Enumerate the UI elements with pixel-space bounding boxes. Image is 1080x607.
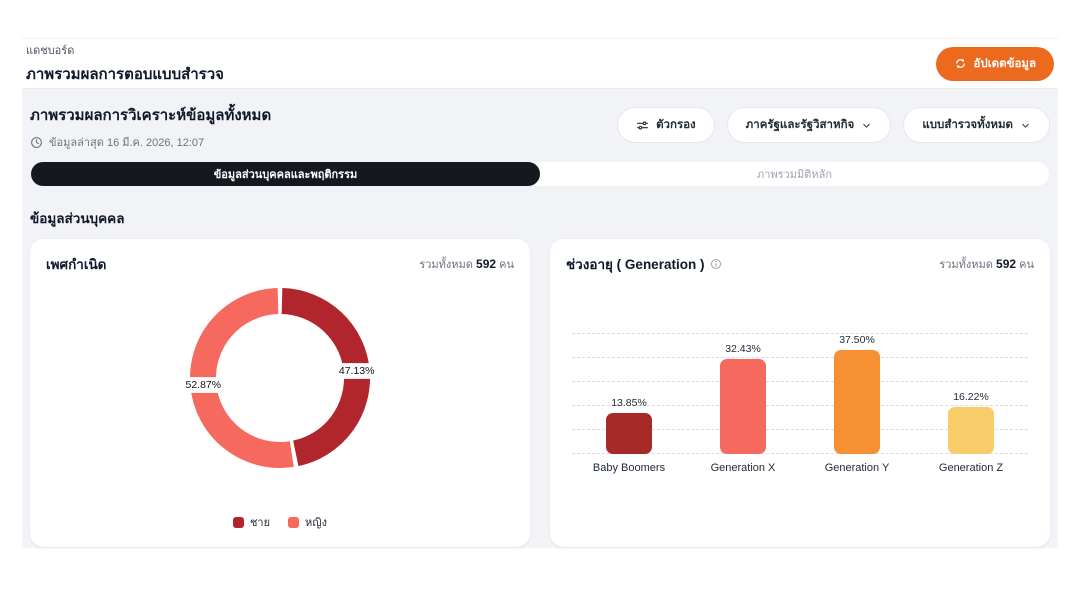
total-unit: คน bbox=[1019, 259, 1034, 271]
last-updated: ข้อมูลล่าสุด 16 มี.ค. 2026, 12:07 bbox=[30, 133, 271, 151]
overview-toolbar: ภาพรวมผลการวิเคราะห์ข้อมูลทั้งหมด ข้อมูล… bbox=[30, 103, 1050, 151]
tab-personal-behavior[interactable]: ข้อมูลส่วนบุคคลและพฤติกรรม bbox=[31, 162, 540, 186]
bar-2[interactable] bbox=[834, 350, 880, 454]
update-data-button[interactable]: อัปเดตข้อมูล bbox=[936, 47, 1054, 81]
sector-dropdown[interactable]: ภาครัฐและรัฐวิสาหกิจ bbox=[727, 107, 892, 143]
section-title: ข้อมูลส่วนบุคคล bbox=[30, 207, 1050, 229]
bar-value-label: 32.43% bbox=[725, 343, 761, 355]
filter-button[interactable]: ตัวกรอง bbox=[617, 107, 715, 143]
gender-legend: ชาย หญิง bbox=[30, 513, 530, 531]
legend-swatch bbox=[233, 517, 244, 528]
legend-label: หญิง bbox=[305, 513, 327, 531]
legend-item-0[interactable]: ชาย bbox=[233, 513, 270, 531]
bar-category-label: Generation Y bbox=[800, 462, 914, 474]
bar-0[interactable] bbox=[606, 413, 652, 454]
content-area: ภาพรวมผลการวิเคราะห์ข้อมูลทั้งหมด ข้อมูล… bbox=[22, 88, 1058, 548]
generation-title-text: ช่วงอายุ ( Generation ) bbox=[566, 253, 704, 275]
filter-button-label: ตัวกรอง bbox=[656, 116, 696, 134]
page-title: ภาพรวมผลการตอบแบบสำรวจ bbox=[26, 62, 224, 86]
page-heading-block: แดชบอร์ด ภาพรวมผลการตอบแบบสำรวจ bbox=[26, 41, 224, 86]
total-unit: คน bbox=[499, 259, 514, 271]
bar-category-label: Generation X bbox=[686, 462, 800, 474]
bar-category-label: Generation Z bbox=[914, 462, 1028, 474]
refresh-icon bbox=[954, 57, 967, 70]
cards-row: เพศกำเนิด รวมทั้งหมด 592 คน 47.13% 52.87%… bbox=[30, 239, 1050, 547]
donut-value-label: 52.87% bbox=[183, 378, 225, 392]
generation-bar-chart: 13.85% 32.43% 37.50% 16.22% bbox=[572, 334, 1028, 454]
survey-dropdown[interactable]: แบบสำรวจทั้งหมด bbox=[903, 107, 1050, 143]
page-header: แดชบอร์ด ภาพรวมผลการตอบแบบสำรวจ อัปเดตข้… bbox=[22, 38, 1058, 88]
bar-value-label: 13.85% bbox=[611, 397, 647, 409]
generation-card: ช่วงอายุ ( Generation ) รวมทั้งหมด 592 bbox=[550, 239, 1050, 547]
tab-main-dimensions[interactable]: ภาพรวมมิติหลัก bbox=[540, 162, 1049, 186]
survey-dropdown-label: แบบสำรวจทั้งหมด bbox=[922, 116, 1013, 134]
top-spacer bbox=[22, 0, 1058, 38]
donut-value-label: 47.13% bbox=[336, 364, 378, 378]
gender-card-header: เพศกำเนิด รวมทั้งหมด 592 คน bbox=[46, 253, 514, 275]
bar-value-label: 37.50% bbox=[839, 334, 875, 346]
sliders-icon bbox=[636, 119, 649, 132]
last-updated-text: ข้อมูลล่าสุด 16 มี.ค. 2026, 12:07 bbox=[49, 133, 204, 151]
bar-category-label: Baby Boomers bbox=[572, 462, 686, 474]
bar-column-2: 37.50% bbox=[800, 334, 914, 454]
chevron-down-icon bbox=[861, 120, 872, 131]
overview-title: ภาพรวมผลการวิเคราะห์ข้อมูลทั้งหมด bbox=[30, 103, 271, 127]
bar-value-label: 16.22% bbox=[953, 391, 989, 403]
breadcrumb: แดชบอร์ด bbox=[26, 41, 224, 59]
gender-total: รวมทั้งหมด 592 คน bbox=[419, 255, 514, 273]
gender-card: เพศกำเนิด รวมทั้งหมด 592 คน 47.13% 52.87%… bbox=[30, 239, 530, 547]
bar-column-3: 16.22% bbox=[914, 334, 1028, 454]
info-icon[interactable] bbox=[710, 258, 722, 270]
bar-category-labels: Baby BoomersGeneration XGeneration YGene… bbox=[572, 462, 1028, 474]
generation-total: รวมทั้งหมด 592 คน bbox=[939, 255, 1034, 273]
chevron-down-icon bbox=[1020, 120, 1031, 131]
generation-card-title: ช่วงอายุ ( Generation ) bbox=[566, 253, 722, 275]
total-value: 592 bbox=[476, 257, 496, 271]
bar-3[interactable] bbox=[948, 407, 994, 454]
total-label: รวมทั้งหมด bbox=[939, 259, 993, 271]
bar-columns: 13.85% 32.43% 37.50% 16.22% bbox=[572, 334, 1028, 454]
bar-1[interactable] bbox=[720, 359, 766, 454]
legend-label: ชาย bbox=[250, 513, 270, 531]
legend-item-1[interactable]: หญิง bbox=[288, 513, 327, 531]
gender-card-title: เพศกำเนิด bbox=[46, 253, 106, 275]
update-data-label: อัปเดตข้อมูล bbox=[974, 55, 1036, 73]
tab-bar: ข้อมูลส่วนบุคคลและพฤติกรรม ภาพรวมมิติหลั… bbox=[30, 161, 1050, 187]
clock-icon bbox=[30, 136, 43, 149]
total-label: รวมทั้งหมด bbox=[419, 259, 473, 271]
overview-heading-block: ภาพรวมผลการวิเคราะห์ข้อมูลทั้งหมด ข้อมูล… bbox=[30, 103, 271, 151]
bar-column-0: 13.85% bbox=[572, 334, 686, 454]
bar-column-1: 32.43% bbox=[686, 334, 800, 454]
sector-dropdown-label: ภาครัฐและรัฐวิสาหกิจ bbox=[746, 116, 855, 134]
app-shell: แดชบอร์ด ภาพรวมผลการตอบแบบสำรวจ อัปเดตข้… bbox=[22, 0, 1058, 548]
legend-swatch bbox=[288, 517, 299, 528]
generation-card-header: ช่วงอายุ ( Generation ) รวมทั้งหมด 592 bbox=[566, 253, 1034, 275]
total-value: 592 bbox=[996, 257, 1016, 271]
filter-group: ตัวกรอง ภาครัฐและรัฐวิสาหกิจ แบบสำรวจทั้… bbox=[617, 107, 1050, 143]
gender-donut-chart: 47.13% 52.87% bbox=[185, 283, 375, 473]
